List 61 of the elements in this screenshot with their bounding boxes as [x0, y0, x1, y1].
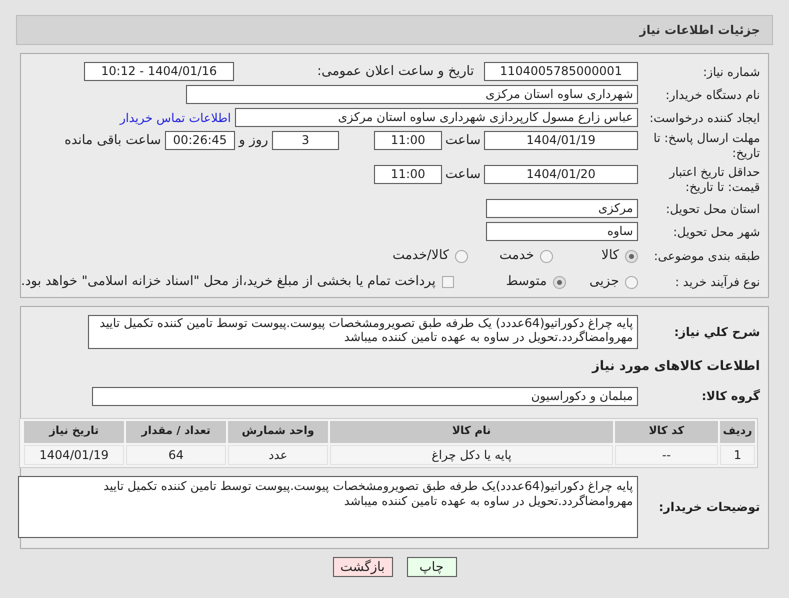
table-cell: پایه یا دکل چراغ: [330, 444, 613, 464]
radio-label: كالا: [601, 247, 619, 266]
field-label: نام دستگاه خریدار:: [664, 86, 761, 104]
input-field: عباس زارع مسول کارپردازی شهرداری ساوه استان مرکزی: [235, 108, 638, 127]
column-header: نام کالا: [330, 420, 613, 442]
table-cell: 1: [720, 444, 755, 464]
column-header: واحد شمارش: [228, 420, 328, 442]
radio-button[interactable]: [625, 250, 638, 262]
radio-button[interactable]: [625, 276, 638, 288]
column-header: تاریخ نیاز: [24, 420, 124, 442]
contact-link[interactable]: اطلاعات تماس خریدار: [120, 108, 231, 126]
input-field: 1404/01/20: [484, 165, 638, 184]
text-area: پایه چراغ دکوراتیو(64عددد) یک طرفه طبق تصویرومشخصات پیوست.پیوست توسط تامین کننده تکمیل تایید مهروامضاگردد.تحویل در ساوه به عهده تامین کننده میباشد: [88, 315, 638, 349]
input-field: 3: [272, 131, 339, 150]
radio-button[interactable]: [540, 250, 553, 262]
field-label: شرح کلي نياز:: [673, 324, 761, 341]
input-field: 1404/01/16 - 10:12: [84, 62, 234, 81]
checkbox-label: پرداخت تمام یا بخشی از مبلغ خرید،از محل "اسناد خزانه اسلامی" خواهد بود.: [21, 273, 436, 292]
input-field: شهرداری ساوه استان مرکزی: [186, 85, 638, 104]
field-label: مهلت ارسال پاسخ: تا تاریخ:: [652, 131, 761, 161]
table-cell: عدد: [228, 444, 328, 464]
table-cell: 1404/01/19: [24, 444, 124, 464]
column-header: کد کالا: [615, 420, 718, 442]
radio-label: جزیی: [589, 273, 619, 292]
input-field: 11:00: [374, 131, 442, 150]
field-label: تاریخ و ساعت اعلان عمومی:: [316, 62, 475, 81]
field-label: روز و: [237, 132, 270, 150]
field-label: شهر محل تحویل:: [672, 224, 761, 240]
field-label: ساعت باقی مانده: [64, 132, 161, 150]
input-field: مبلمان و دکوراسیون: [92, 386, 638, 406]
input-field: 1404/01/19: [484, 131, 638, 150]
radio-label: متوسط: [506, 273, 547, 292]
field-label: گروه کالا:: [700, 388, 761, 405]
field-label: توضیحات خریدار:: [658, 498, 761, 516]
radio-label: كالا/خدمت: [392, 247, 449, 266]
section-heading: اطلاعات کالاهای مورد نیاز: [590, 358, 761, 376]
input-field: مرکزی: [486, 199, 638, 218]
field-label: طبقه بندی موضوعی:: [652, 248, 761, 265]
field-label: ساعت: [444, 166, 482, 184]
page-title: جزئیات اطلاعات نیاز: [639, 22, 760, 39]
field-label: نوع فرآیند خرید :: [674, 274, 761, 291]
field-label: ایجاد کننده درخواست:: [648, 110, 761, 126]
field-label: شماره نیاز:: [702, 64, 761, 80]
action-button[interactable]: چاپ: [406, 556, 456, 576]
field-label: ساعت: [444, 132, 482, 150]
input-field: 1104005785000001: [484, 62, 638, 81]
radio-button[interactable]: [552, 276, 566, 288]
column-header: تعداد / مقدار: [126, 420, 226, 442]
text-area: پایه چراغ دکوراتیو(64عددد)یک طرفه طبق تصویرومشخصات پیوست.پیوست توسط تامین کننده تکمیل تایید مهروامضاگردد.تحویل در ساوه به عهده تامین کننده میباشد: [18, 476, 638, 538]
checkbox[interactable]: [442, 276, 454, 288]
column-header: ردیف: [720, 420, 755, 442]
radio-button[interactable]: [455, 250, 468, 262]
input-field: 11:00: [374, 165, 442, 184]
radio-label: خدمت: [499, 247, 534, 266]
table-cell: 64: [126, 444, 226, 464]
input-field: 00:26:45: [165, 131, 235, 150]
field-label: استان محل تحویل:: [664, 200, 761, 218]
table-cell: --: [615, 444, 718, 464]
field-label: حداقل تاریخ اعتبار قیمت: تا تاریخ:: [668, 165, 761, 195]
action-button[interactable]: بازگشت: [332, 556, 392, 576]
input-field: ساوه: [486, 222, 638, 241]
